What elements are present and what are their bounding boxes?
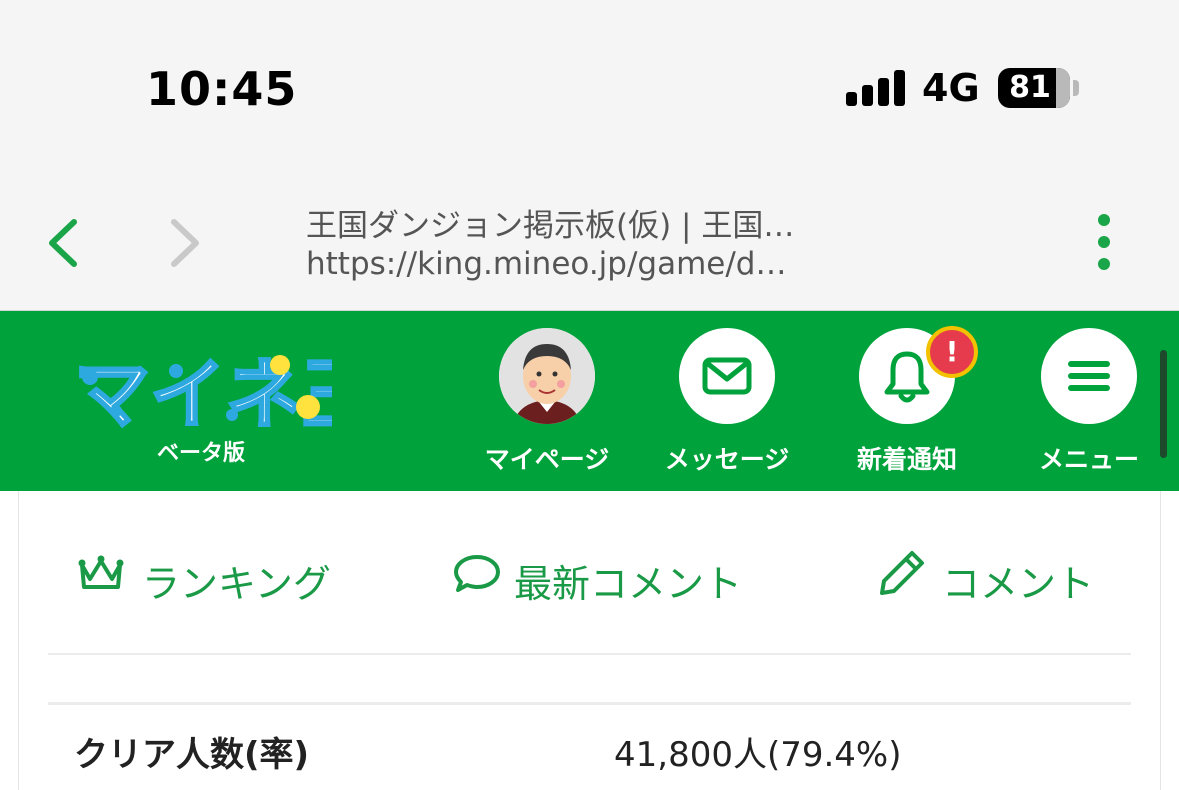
nav-messages-circle	[679, 328, 775, 424]
chevron-right-icon	[171, 219, 199, 267]
avatar-icon	[499, 328, 595, 424]
page-title[interactable]: 王国ダンジョン掲示板(仮) | 王国…	[306, 200, 794, 245]
stat-value: 41,800人(79.4%)	[614, 735, 902, 775]
mineo-logo-icon: マイネ王	[73, 349, 380, 441]
stat-label: クリア人数(率)	[74, 735, 310, 775]
site-logo[interactable]: マイネ王	[72, 341, 380, 441]
beta-label: ベータ版	[156, 441, 245, 466]
tab-latest-comments-label: 最新コメント	[514, 562, 743, 606]
chevron-left-icon	[49, 219, 77, 267]
nav-menu-label: メニュー	[1038, 445, 1139, 474]
content-border-left	[18, 491, 19, 790]
tab-ranking[interactable]: ランキング	[76, 543, 336, 609]
tabs-divider	[48, 653, 1131, 655]
pencil-icon	[880, 551, 924, 595]
url-field[interactable]: https://king.mineo.jp/game/d…	[306, 246, 786, 282]
content-border-right	[1160, 491, 1161, 790]
battery-level: 81	[1009, 70, 1051, 105]
scrollbar[interactable]	[1160, 350, 1167, 458]
main-content: ランキング 最新コメント コメント クリア人数(率) 41,800人(79.4%…	[0, 491, 1179, 790]
tab-comment-label: コメント	[942, 562, 1095, 606]
forward-button[interactable]	[164, 218, 204, 268]
hamburger-icon	[1068, 361, 1110, 391]
logo-text: マイネ王	[74, 350, 332, 437]
envelope-icon	[702, 357, 752, 395]
nav-mypage-label: マイページ	[484, 445, 610, 474]
site-header: マイネ王 ベータ版 マイページ	[0, 311, 1179, 491]
nav-messages-label: メッセージ	[664, 445, 790, 474]
battery-icon: 81	[998, 68, 1070, 108]
tab-latest-comments[interactable]: 最新コメント	[452, 543, 742, 609]
network-type: 4G	[922, 66, 980, 110]
notification-alert-badge: !	[926, 326, 978, 378]
more-options-button[interactable]	[1090, 212, 1120, 272]
battery-nub	[1073, 80, 1079, 96]
tab-comment[interactable]: コメント	[878, 543, 1098, 609]
browser-toolbar: 王国ダンジョン掲示板(仮) | 王国… https://king.mineo.j…	[0, 180, 1179, 312]
stat-row-clear-count: クリア人数(率) 41,800人(79.4%)	[48, 703, 1131, 789]
speech-bubble-icon	[454, 555, 500, 592]
status-bar: 10:45 4G 81	[0, 0, 1179, 180]
avatar	[499, 328, 595, 424]
tab-ranking-label: ランキング	[142, 562, 331, 606]
cellular-signal-icon	[846, 70, 906, 106]
nav-menu-circle	[1041, 328, 1137, 424]
status-time: 10:45	[146, 62, 298, 116]
back-button[interactable]	[44, 218, 84, 268]
nav-notifications-label: 新着通知	[856, 445, 957, 474]
crown-icon	[78, 555, 124, 589]
